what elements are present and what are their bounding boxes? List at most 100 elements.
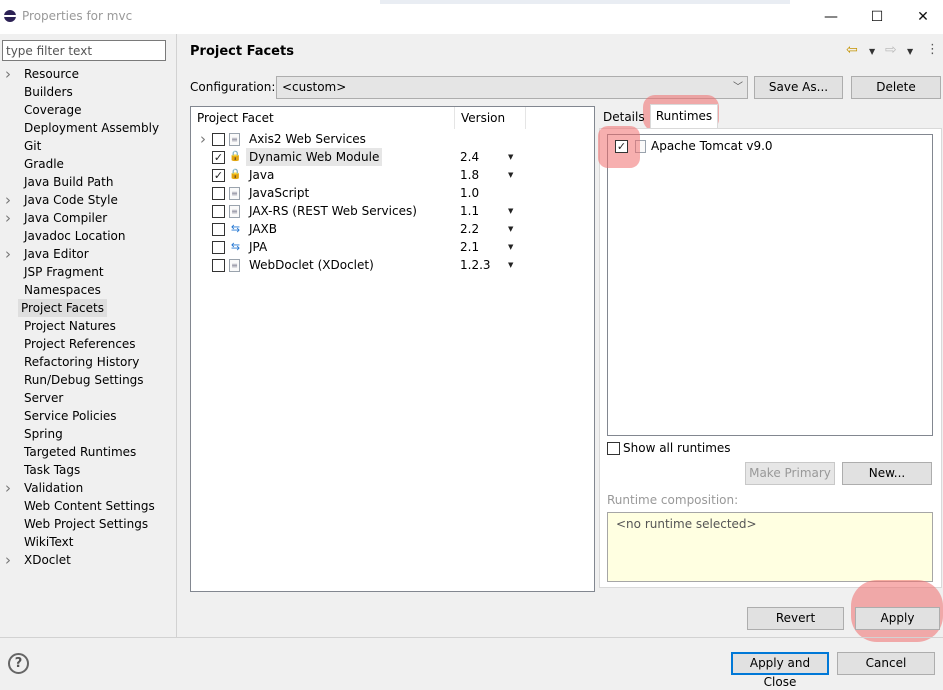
sidebar-item-label: Service Policies [24, 409, 117, 423]
page-icon: ≡ [229, 187, 240, 200]
version-dropdown-icon[interactable]: ▼ [508, 256, 513, 274]
configuration-value: <custom> [282, 80, 347, 94]
sidebar-item[interactable]: › Java Compiler [0, 209, 176, 227]
sidebar-item[interactable]: Project Facets [0, 299, 176, 317]
sidebar-item[interactable]: Namespaces [0, 281, 176, 299]
tab-runtimes[interactable]: Runtimes [650, 104, 718, 128]
sidebar-item-label: Java Build Path [24, 175, 114, 189]
apply-and-close-button[interactable]: Apply and Close [731, 652, 829, 689]
minimize-button[interactable]: — [808, 0, 854, 34]
chevron-right-icon[interactable]: › [5, 479, 11, 497]
facet-row[interactable]: ≡ JavaScript 1.0 [191, 184, 594, 202]
facet-checkbox[interactable] [212, 223, 225, 236]
delete-button[interactable]: Delete [851, 76, 941, 99]
help-icon[interactable]: ? [8, 653, 29, 674]
facet-version[interactable]: 2.1 [460, 238, 479, 256]
facet-checkbox[interactable] [212, 187, 225, 200]
back-menu-chevron-icon[interactable]: ▼ [869, 47, 875, 56]
sidebar-item[interactable]: Project Natures [0, 317, 176, 335]
facet-version[interactable]: 2.2 [460, 220, 479, 238]
facet-checkbox[interactable]: ✓ [212, 151, 225, 164]
sidebar-item[interactable]: Targeted Runtimes [0, 443, 176, 461]
facet-version[interactable]: 1.1 [460, 202, 479, 220]
chevron-right-icon[interactable]: › [200, 130, 206, 148]
sidebar-item[interactable]: › XDoclet [0, 551, 176, 569]
maximize-button[interactable]: ☐ [854, 0, 900, 34]
forward-menu-chevron-icon[interactable]: ▼ [907, 47, 913, 56]
sidebar-item[interactable]: Deployment Assembly [0, 119, 176, 137]
facet-row[interactable]: › ≡ Axis2 Web Services [191, 130, 594, 148]
facet-row[interactable]: ✓ 🔒 Java 1.8 ▼ [191, 166, 594, 184]
facet-row[interactable]: ⇆ JPA 2.1 ▼ [191, 238, 594, 256]
cancel-button[interactable]: Cancel [837, 652, 935, 675]
sidebar-item[interactable]: JSP Fragment [0, 263, 176, 281]
sidebar-item[interactable]: › Java Code Style [0, 191, 176, 209]
facet-row[interactable]: ≡ JAX-RS (REST Web Services) 1.1 ▼ [191, 202, 594, 220]
sidebar-item[interactable]: Web Project Settings [0, 515, 176, 533]
sidebar-item[interactable]: Refactoring History [0, 353, 176, 371]
chevron-right-icon[interactable]: › [5, 65, 11, 83]
sidebar-item[interactable]: Coverage [0, 101, 176, 119]
facet-row[interactable]: ≡ WebDoclet (XDoclet) 1.2.3 ▼ [191, 256, 594, 274]
sidebar-item[interactable]: Git [0, 137, 176, 155]
facet-checkbox[interactable] [212, 241, 225, 254]
facet-version[interactable]: 1.8 [460, 166, 479, 184]
version-dropdown-icon[interactable]: ▼ [508, 148, 513, 166]
version-dropdown-icon[interactable]: ▼ [508, 238, 513, 256]
sidebar-item[interactable]: Javadoc Location [0, 227, 176, 245]
checkbox[interactable] [607, 442, 620, 455]
sidebar-item[interactable]: Spring [0, 425, 176, 443]
sidebar-item[interactable]: Run/Debug Settings [0, 371, 176, 389]
version-dropdown-icon[interactable]: ▼ [508, 220, 513, 238]
version-dropdown-icon[interactable]: ▼ [508, 202, 513, 220]
chevron-right-icon[interactable]: › [5, 209, 11, 227]
chevron-right-icon[interactable]: › [5, 245, 11, 263]
forward-icon[interactable]: ⇨ [885, 42, 897, 58]
sidebar-item[interactable]: › Java Editor [0, 245, 176, 263]
revert-button[interactable]: Revert [747, 607, 844, 630]
runtime-row[interactable]: ✓ Apache Tomcat v9.0 [608, 137, 932, 155]
filter-input[interactable] [2, 40, 166, 61]
sidebar-item-label: Refactoring History [24, 355, 140, 369]
sidebar-item[interactable]: WikiText [0, 533, 176, 551]
facet-name: JavaScript [249, 186, 310, 200]
close-button[interactable]: ✕ [900, 0, 943, 34]
runtime-checkbox[interactable]: ✓ [615, 140, 628, 153]
save-as-button[interactable]: Save As... [754, 76, 843, 99]
sidebar-item[interactable]: Project References [0, 335, 176, 353]
sidebar-item[interactable]: › Validation [0, 479, 176, 497]
sidebar-item[interactable]: Task Tags [0, 461, 176, 479]
back-icon[interactable]: ⇦ [846, 42, 858, 58]
version-dropdown-icon[interactable]: ▼ [508, 166, 513, 184]
sidebar-item[interactable]: Service Policies [0, 407, 176, 425]
sidebar-item[interactable]: Gradle [0, 155, 176, 173]
facet-checkbox[interactable] [212, 259, 225, 272]
make-primary-button[interactable]: Make Primary [745, 462, 835, 485]
facet-version[interactable]: 1.0 [460, 184, 479, 202]
sidebar-item-label: Web Content Settings [24, 499, 155, 513]
facet-row[interactable]: ✓ 🔒 Dynamic Web Module 2.4 ▼ [191, 148, 594, 166]
chevron-right-icon[interactable]: › [5, 191, 11, 209]
window-title: Properties for mvc [22, 9, 133, 23]
chevron-right-icon[interactable]: › [5, 551, 11, 569]
facet-version[interactable]: 1.2.3 [460, 256, 491, 274]
facet-checkbox[interactable]: ✓ [212, 169, 225, 182]
apply-button[interactable]: Apply [855, 607, 940, 630]
column-header-facet[interactable]: Project Facet [191, 107, 274, 129]
tab-details[interactable]: Details [603, 110, 645, 124]
new-runtime-button[interactable]: New... [842, 462, 932, 485]
facet-row[interactable]: ⇆ JAXB 2.2 ▼ [191, 220, 594, 238]
sidebar-item-label: XDoclet [24, 553, 71, 567]
sidebar-item[interactable]: Server [0, 389, 176, 407]
column-header-version[interactable]: Version [455, 107, 505, 129]
column-divider[interactable] [525, 107, 526, 129]
sidebar-item[interactable]: Builders [0, 83, 176, 101]
facet-checkbox[interactable] [212, 133, 225, 146]
sidebar-item[interactable]: Web Content Settings [0, 497, 176, 515]
facet-checkbox[interactable] [212, 205, 225, 218]
sidebar-item-label: Java Code Style [24, 193, 118, 207]
view-menu-icon[interactable]: ⋮ [926, 42, 939, 57]
sidebar-item[interactable]: › Resource [0, 65, 176, 83]
facet-version[interactable]: 2.4 [460, 148, 479, 166]
sidebar-item[interactable]: Java Build Path [0, 173, 176, 191]
